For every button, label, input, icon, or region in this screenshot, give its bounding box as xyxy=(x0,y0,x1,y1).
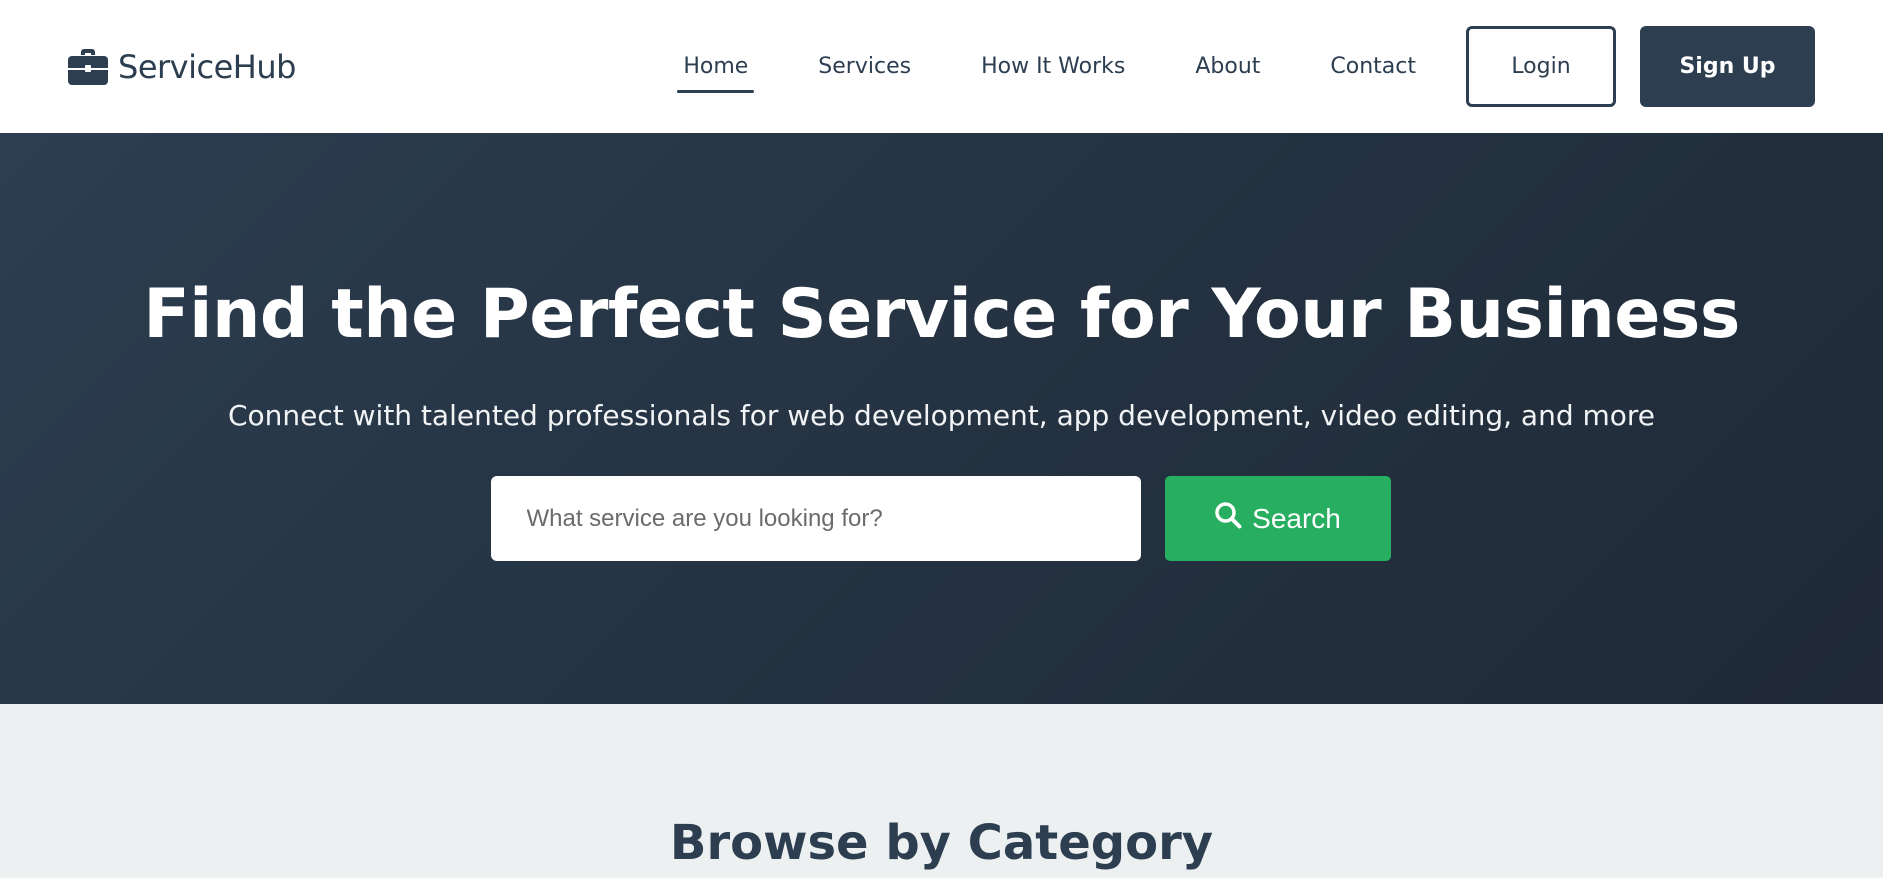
hero-subtitle: Connect with talented professionals for … xyxy=(227,399,1656,432)
signup-button[interactable]: Sign Up xyxy=(1640,26,1815,107)
navbar: ServiceHub Home Services How It Works Ab… xyxy=(0,0,1883,133)
nav-link-about[interactable]: About xyxy=(1189,46,1266,87)
nav-link-how-it-works[interactable]: How It Works xyxy=(975,46,1131,87)
hero-section: Find the Perfect Service for Your Busine… xyxy=(0,133,1883,704)
nav-link-services[interactable]: Services xyxy=(812,46,917,87)
login-button[interactable]: Login xyxy=(1466,26,1616,107)
search-bar: Search xyxy=(490,476,1391,561)
search-input[interactable] xyxy=(490,476,1141,561)
search-icon xyxy=(1214,501,1242,536)
briefcase-icon xyxy=(68,48,108,85)
search-button-label: Search xyxy=(1252,502,1341,534)
section-title: Browse by Category xyxy=(669,815,1214,871)
brand-name: ServiceHub xyxy=(118,47,296,86)
nav-link-home[interactable]: Home xyxy=(677,46,755,93)
brand-logo[interactable]: ServiceHub xyxy=(68,48,296,86)
nav-link-contact[interactable]: Contact xyxy=(1324,46,1422,87)
hero-title: Find the Perfect Service for Your Busine… xyxy=(143,275,1740,354)
category-section: Browse by Category xyxy=(0,704,1883,878)
search-button[interactable]: Search xyxy=(1164,476,1391,561)
main-nav: Home Services How It Works About Contact xyxy=(677,46,1466,93)
